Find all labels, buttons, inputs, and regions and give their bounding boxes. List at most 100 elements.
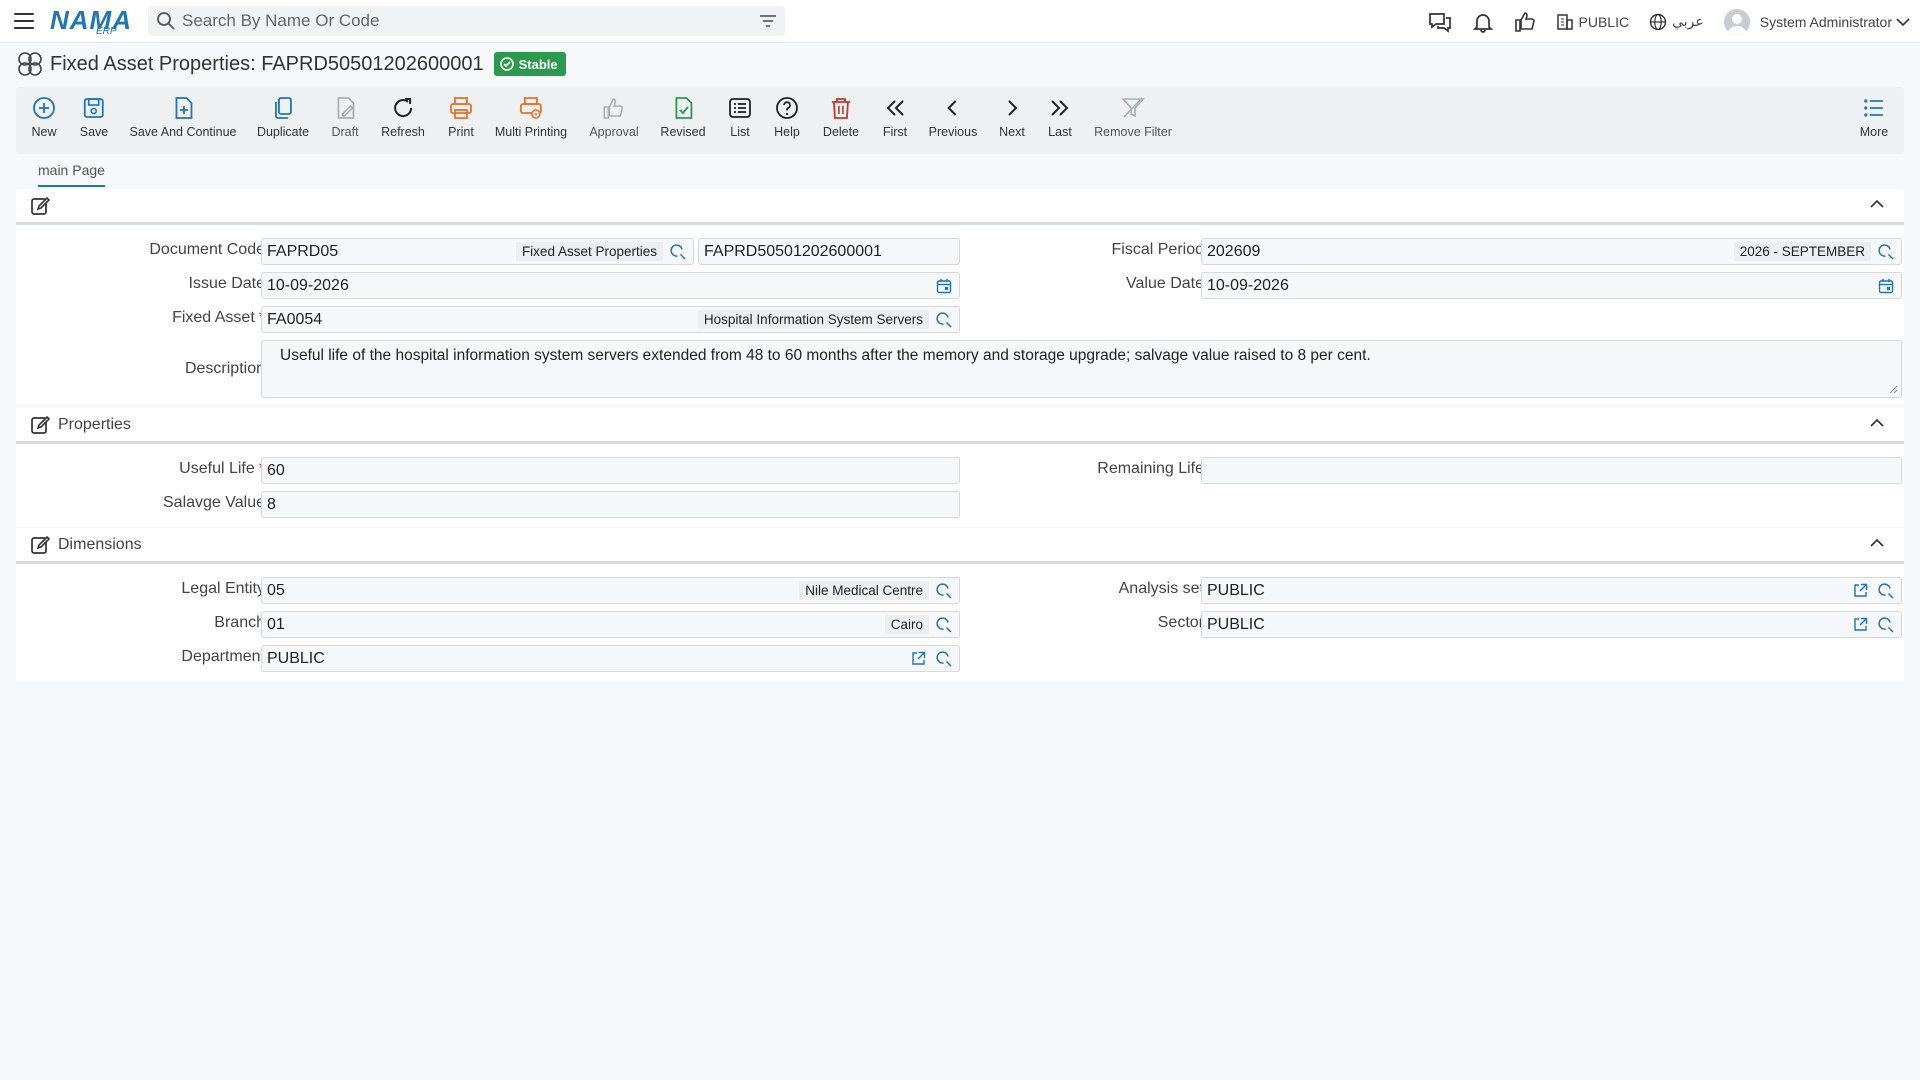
- value-date-value: 10-09-2026: [1207, 276, 1289, 294]
- external-link-icon[interactable]: [1849, 614, 1871, 636]
- document-code-value: FAPRD05: [267, 242, 339, 260]
- thumbs-up-icon[interactable]: [1514, 11, 1536, 33]
- salvage-value-field[interactable]: 8: [261, 491, 960, 518]
- fiscal-period-field[interactable]: 202609 2026 - SEPTEMBER: [1201, 238, 1902, 265]
- main-section-body: Document Code FAPRD05 Fixed Asset Proper…: [16, 225, 1904, 405]
- filter-off-icon: [1121, 97, 1145, 118]
- multi-printing-button[interactable]: Multi Printing: [495, 95, 567, 139]
- department-field[interactable]: PUBLIC: [261, 645, 960, 672]
- dimensions-section-header[interactable]: Dimensions: [16, 528, 1904, 564]
- department-value: PUBLIC: [267, 649, 325, 667]
- chat-icon[interactable]: [1428, 11, 1452, 33]
- remaining-life-field[interactable]: [1201, 457, 1902, 484]
- duplicate-button[interactable]: Duplicate: [257, 95, 309, 139]
- language-selector[interactable]: عربي: [1649, 13, 1704, 31]
- salvage-value-label: Salavge Value: [163, 494, 265, 511]
- description-textarea[interactable]: Useful life of the hospital information …: [261, 340, 1902, 398]
- bell-icon[interactable]: [1472, 11, 1494, 33]
- calendar-icon[interactable]: [1875, 275, 1897, 297]
- edit-icon: [31, 535, 50, 554]
- resize-handle-icon[interactable]: [1888, 384, 1898, 394]
- multi-printer-icon: [520, 97, 542, 119]
- fiscal-period-label: Fiscal Period: [1111, 241, 1204, 258]
- calendar-icon[interactable]: [933, 275, 955, 297]
- approval-button[interactable]: Approval: [589, 95, 639, 139]
- properties-section-body: Useful Life* 60 Remaining Life Salavge V…: [16, 444, 1904, 527]
- fiscal-period-value: 202609: [1207, 242, 1261, 260]
- top-bar: NAMA ERP PUBLIC عربي System Administra: [0, 0, 1920, 43]
- analysis-set-field[interactable]: PUBLIC: [1201, 577, 1902, 604]
- help-button[interactable]: Help: [774, 95, 800, 139]
- org-selector[interactable]: PUBLIC: [1556, 13, 1629, 31]
- language-label: عربي: [1672, 13, 1704, 29]
- remove-filter-button[interactable]: Remove Filter: [1094, 95, 1172, 139]
- first-button[interactable]: First: [882, 95, 908, 139]
- next-button[interactable]: Next: [999, 95, 1025, 139]
- delete-button[interactable]: Delete: [823, 95, 859, 139]
- search-input[interactable]: [182, 11, 759, 31]
- issue-date-field[interactable]: 10-09-2026: [261, 272, 960, 299]
- chevron-up-icon[interactable]: [1870, 538, 1884, 548]
- last-button[interactable]: Last: [1047, 95, 1073, 139]
- value-date-field[interactable]: 10-09-2026: [1201, 272, 1902, 299]
- list-icon: [729, 98, 751, 118]
- chevron-up-icon[interactable]: [1870, 199, 1884, 209]
- branch-field[interactable]: 01 Cairo: [261, 611, 960, 638]
- search-lookup-icon[interactable]: [1875, 614, 1897, 636]
- search-lookup-icon[interactable]: [933, 648, 955, 670]
- trash-icon: [831, 98, 850, 119]
- fixed-asset-field[interactable]: FA0054 Hospital Information System Serve…: [261, 306, 960, 333]
- useful-life-field[interactable]: 60: [261, 457, 960, 484]
- more-button[interactable]: More: [1860, 95, 1888, 139]
- list-button[interactable]: List: [727, 95, 753, 139]
- previous-button[interactable]: Previous: [929, 95, 977, 139]
- menu-icon[interactable]: [14, 13, 34, 29]
- search-bar: [148, 6, 785, 36]
- chevron-up-icon[interactable]: [1870, 418, 1884, 428]
- print-button[interactable]: Print: [448, 95, 474, 139]
- sector-field[interactable]: PUBLIC: [1201, 611, 1902, 638]
- value-date-label: Value Date: [1126, 275, 1204, 292]
- legal-entity-field[interactable]: 05 Nile Medical Centre: [261, 577, 960, 604]
- user-name: System Administrator: [1759, 13, 1892, 30]
- draft-button[interactable]: Draft: [331, 95, 359, 139]
- document-number-field[interactable]: FAPRD50501202600001: [698, 238, 960, 265]
- remaining-life-label: Remaining Life: [1097, 460, 1204, 477]
- branch-value: 01: [267, 615, 285, 633]
- new-button[interactable]: New: [31, 95, 57, 139]
- search-lookup-icon[interactable]: [933, 614, 955, 636]
- properties-section-header[interactable]: Properties: [16, 408, 1904, 444]
- user-menu[interactable]: System Administrator: [1723, 8, 1910, 35]
- filter-icon[interactable]: [759, 14, 777, 28]
- save-button[interactable]: Save: [80, 95, 108, 139]
- dimensions-section-title: Dimensions: [58, 535, 142, 553]
- page-title-row: Fixed Asset Properties: FAPRD50501202600…: [16, 50, 566, 78]
- analysis-set-value: PUBLIC: [1207, 581, 1265, 599]
- help-icon: [776, 97, 798, 119]
- revised-button[interactable]: Revised: [660, 95, 706, 139]
- save-and-continue-button[interactable]: Save And Continue: [129, 95, 237, 139]
- analysis-set-label: Analysis set: [1118, 580, 1204, 597]
- fiscal-period-name: 2026 - SEPTEMBER: [1733, 242, 1871, 261]
- chevron-left-icon: [947, 100, 957, 116]
- edit-icon: [31, 196, 50, 215]
- search-lookup-icon[interactable]: [1875, 580, 1897, 602]
- document-code-label: Document Code: [149, 241, 265, 258]
- sector-value: PUBLIC: [1207, 615, 1265, 633]
- external-link-icon[interactable]: [907, 648, 929, 670]
- search-lookup-icon[interactable]: [667, 241, 689, 263]
- search-lookup-icon[interactable]: [933, 580, 955, 602]
- search-lookup-icon[interactable]: [1875, 241, 1897, 263]
- properties-section-title: Properties: [58, 415, 131, 433]
- more-list-icon: [1864, 99, 1883, 117]
- legal-entity-label: Legal Entity: [181, 580, 265, 597]
- description-value: Useful life of the hospital information …: [280, 347, 1371, 364]
- search-lookup-icon[interactable]: [933, 309, 955, 331]
- main-section-header[interactable]: [16, 189, 1904, 225]
- external-link-icon[interactable]: [1849, 580, 1871, 602]
- document-code-field[interactable]: FAPRD05 Fixed Asset Properties: [261, 238, 694, 265]
- logo[interactable]: NAMA ERP: [50, 3, 132, 39]
- branch-label: Branch: [214, 614, 265, 631]
- refresh-button[interactable]: Refresh: [381, 95, 425, 139]
- tab-main-page[interactable]: main Page: [38, 162, 105, 187]
